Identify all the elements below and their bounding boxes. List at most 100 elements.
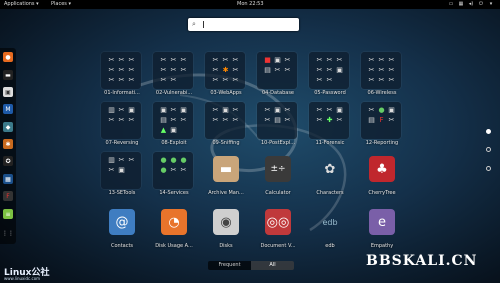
- metasploit-icon[interactable]: M: [3, 104, 13, 114]
- tool-icon: ✂: [264, 116, 271, 124]
- tool-icon: ✂: [326, 106, 333, 114]
- search-input[interactable]: [206, 19, 294, 30]
- tool-icon: ✂: [232, 116, 239, 124]
- folder-02-vulnerability-analysis[interactable]: ✂ ✂ ✂ ✂ ✂ ✂ ✂ ✂ 02-Vulnerabi...: [149, 52, 199, 98]
- app-empathy[interactable]: e Empathy: [357, 205, 407, 251]
- folder-12-reporting[interactable]: ✂ ● ▣ ▤ F ✂ 12-Reporting: [357, 102, 407, 148]
- folder-preview: ✂ ● ▣ ▤ F ✂: [361, 102, 401, 139]
- tool-icon: ✂: [274, 66, 281, 74]
- tool-icon: ✂: [212, 76, 219, 84]
- tool-icon: ✂: [222, 56, 229, 64]
- faraday-icon[interactable]: F: [3, 191, 13, 201]
- folder-03-web-apps[interactable]: ✂ ✂ ✂ ✂ ✱ ✂ ✂ ✂ ✂ 03-WebApps: [201, 52, 251, 98]
- folder-01-information-gathering[interactable]: ✂ ✂ ✂ ✂ ✂ ✂ ✂ ✂ ✂ 01-Informati...: [97, 52, 147, 98]
- maltego-icon[interactable]: ✪: [3, 156, 13, 166]
- tool-icon: ▣: [274, 106, 281, 114]
- app-disks[interactable]: ◉ Disks: [201, 205, 251, 251]
- app-label: edb: [325, 243, 335, 249]
- app-archive-manager[interactable]: ▬ Archive Man...: [201, 152, 251, 198]
- tool-icon: ✂: [222, 116, 229, 124]
- app-contacts[interactable]: @ Contacts: [97, 205, 147, 251]
- folder-11-forensic[interactable]: ✂ ✂ ▣ ✂ ✚ ✂ 11-Forensic: [305, 102, 355, 148]
- folder-06-wireless[interactable]: ✂ ✂ ✂ ✂ ✂ ✂ ✂ ✂ ✂ 06-Wireless: [357, 52, 407, 98]
- app-label: Empathy: [370, 243, 394, 249]
- search-box[interactable]: ⌕: [188, 18, 299, 31]
- beef-icon[interactable]: ▦: [3, 174, 13, 184]
- system-tray[interactable]: ▭ ▦ ◂) ⏻ ▾: [448, 1, 494, 7]
- folder-preview: ✂ ✂ ✂ ✂ ✂ ▣ ✂ ✂: [309, 52, 349, 89]
- chevron-down-icon[interactable]: ▾: [488, 1, 494, 7]
- tool-icon: ✂: [128, 156, 135, 164]
- tool-icon: ●: [378, 106, 385, 114]
- tool-icon: ✂: [232, 66, 239, 74]
- folder-icon[interactable]: ▣: [3, 87, 13, 97]
- app-calculator[interactable]: ±÷ Calculator: [253, 152, 303, 198]
- folder-07-reversing[interactable]: ▥ ✂ ▣ ✂ ✂ ✂ 07-Reversing: [97, 102, 147, 148]
- folder-preview: ✂ ✂ ▣ ✂ ✚ ✂: [309, 102, 349, 139]
- tool-icon: ▤: [368, 116, 375, 124]
- app-cherrytree[interactable]: ♣ CherryTree: [357, 152, 407, 198]
- volume-icon[interactable]: ◂): [468, 1, 474, 7]
- folder-09-sniffing[interactable]: ✂ ▣ ✂ ✂ ✂ ✂ 09-Sniffing: [201, 102, 251, 148]
- tool-icon: ✂: [212, 56, 219, 64]
- armitage-icon[interactable]: ◆: [3, 122, 13, 132]
- tool-icon: ✂: [108, 56, 115, 64]
- burp-icon[interactable]: ✱: [3, 139, 13, 149]
- folder-08-exploit[interactable]: ▣ ✂ ▣ ▤ ✂ ✂ ▲ ▣ 08-Exploit: [149, 102, 199, 148]
- power-icon[interactable]: ⏻: [478, 1, 484, 7]
- tool-icon: ▣: [180, 106, 187, 114]
- tool-icon: ●: [180, 156, 187, 164]
- app-grid-icon[interactable]: ⋮⋮: [2, 228, 14, 238]
- folder-10-post-exploitation[interactable]: ✂ ▣ ✂ ✂ ▤ ✂ 10-PostExpl...: [253, 102, 303, 148]
- applications-menu[interactable]: Applications ▾: [4, 0, 39, 9]
- page-dot-2[interactable]: [486, 147, 491, 152]
- firefox-icon[interactable]: ●: [3, 52, 13, 62]
- folder-preview: ▥ ✂ ▣ ✂ ✂ ✂: [101, 102, 141, 139]
- app-label: 12-Reporting: [365, 140, 399, 146]
- clock[interactable]: Mon 22:53: [237, 0, 264, 9]
- folder-13-social-engineering-tools[interactable]: ▥ ✂ ✂ ✂ ▣ 13-SETools: [97, 152, 147, 198]
- tool-icon: ✂: [368, 106, 375, 114]
- app-label: 02-Vulnerabi...: [155, 90, 193, 96]
- terminal-icon[interactable]: ▬: [3, 70, 13, 80]
- tool-icon: ✂: [378, 56, 385, 64]
- tool-icon: ✂: [388, 76, 395, 84]
- tool-icon: ✂: [108, 166, 115, 174]
- folder-preview: ✂ ✂ ✂ ✂ ✂ ✂ ✂ ✂ ✂: [361, 52, 401, 89]
- tool-icon: ✂: [368, 66, 375, 74]
- tool-icon: ✂: [108, 66, 115, 74]
- tool-icon: ✂: [118, 76, 125, 84]
- folder-14-services[interactable]: ● ● ● ● ✂ ✂ 14-Services: [149, 152, 199, 198]
- app-edb[interactable]: edb edb: [305, 205, 355, 251]
- tool-icon: ✂: [336, 116, 343, 124]
- tool-icon: ✂: [118, 66, 125, 74]
- app-label: Archive Man...: [208, 190, 244, 196]
- leafpad-icon[interactable]: ≡: [3, 209, 13, 219]
- app-disk-usage-analyzer[interactable]: ◔ Disk Usage A...: [149, 205, 199, 251]
- tool-icon: ●: [160, 156, 167, 164]
- places-menu[interactable]: Places ▾: [51, 0, 71, 9]
- app-characters[interactable]: ✿ Characters: [305, 152, 355, 198]
- tool-icon: ✂: [232, 56, 239, 64]
- tool-icon: ▣: [118, 166, 125, 174]
- keyboard-icon[interactable]: ▦: [458, 1, 464, 7]
- screen-icon[interactable]: ▭: [448, 1, 454, 7]
- page-dot-3[interactable]: [486, 166, 491, 171]
- app-label: 06-Wireless: [367, 90, 397, 96]
- tab-all[interactable]: All: [251, 261, 294, 270]
- folder-preview: ✂ ▣ ✂ ✂ ▤ ✂: [257, 102, 297, 139]
- tool-icon: ✂: [212, 116, 219, 124]
- tool-icon: ✂: [170, 116, 177, 124]
- app-label: Disks: [219, 243, 233, 249]
- folder-preview: ✂ ✂ ✂ ✂ ✱ ✂ ✂ ✂ ✂: [205, 52, 245, 89]
- tab-frequent[interactable]: Frequent: [208, 261, 251, 270]
- tool-icon: ✂: [326, 76, 333, 84]
- disk-usage-icon: ◔: [161, 209, 187, 235]
- tool-icon: ✂: [378, 76, 385, 84]
- calculator-icon: ±÷: [265, 156, 291, 182]
- page-dot-1[interactable]: [486, 129, 491, 134]
- app-document-viewer[interactable]: ◎◎ Document V...: [253, 205, 303, 251]
- folder-05-password[interactable]: ✂ ✂ ✂ ✂ ✂ ▣ ✂ ✂ 05-Password: [305, 52, 355, 98]
- folder-04-database[interactable]: ■ ▣ ✂ ▤ ✂ ✂ 04-Database: [253, 52, 303, 98]
- app-label: 10-PostExpl...: [260, 140, 296, 146]
